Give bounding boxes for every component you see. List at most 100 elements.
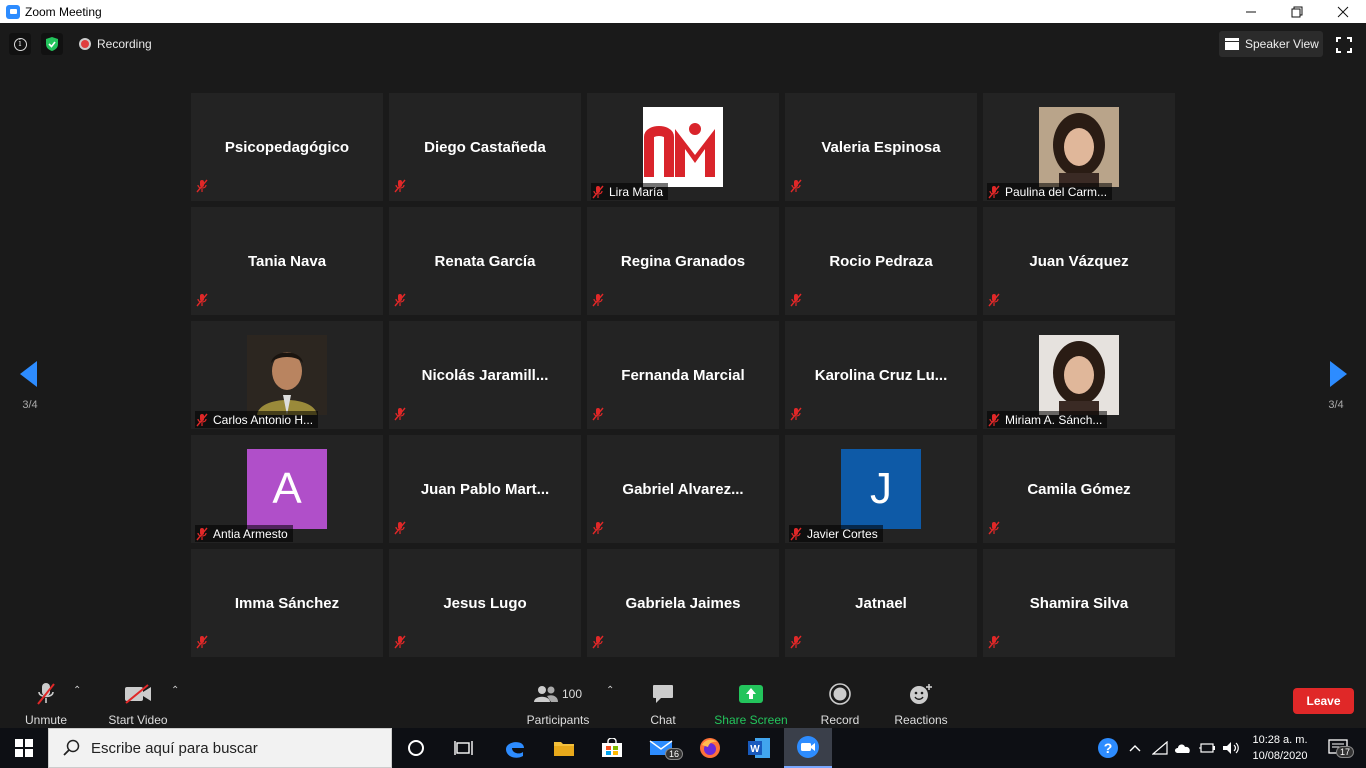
muted-mic-icon: [790, 527, 802, 540]
store-bag-icon: [602, 738, 622, 757]
muted-mic-icon: [592, 521, 604, 535]
participant-tile[interactable]: Regina Granados: [587, 207, 779, 315]
show-hidden-icons-button[interactable]: [1126, 728, 1144, 768]
edge-browser-button[interactable]: [491, 728, 539, 768]
folder-icon: [554, 742, 574, 756]
window-title: Zoom Meeting: [25, 4, 102, 19]
start-video-button[interactable]: Start Video: [107, 663, 169, 728]
participant-name: Diego Castañeda: [424, 138, 546, 156]
muted-mic-icon: [592, 185, 604, 198]
participant-tile[interactable]: Shamira Silva: [983, 549, 1175, 657]
muted-mic-icon: [394, 635, 406, 649]
participant-tile[interactable]: A Antia Armesto: [191, 435, 383, 543]
help-button[interactable]: ?: [1096, 728, 1120, 768]
participant-tile[interactable]: Juan Pablo Mart...: [389, 435, 581, 543]
participant-avatar: [643, 107, 723, 187]
muted-mic-icon: [394, 407, 406, 421]
recording-indicator[interactable]: Recording: [73, 33, 158, 55]
participant-tile[interactable]: Gabriela Jaimes: [587, 549, 779, 657]
participant-name: Nicolás Jaramill...: [421, 366, 549, 384]
page-indicator-left: 3/4: [22, 399, 38, 411]
fullscreen-icon[interactable]: [1336, 37, 1352, 53]
participant-tile[interactable]: Imma Sánchez: [191, 549, 383, 657]
page-indicator-right: 3/4: [1328, 399, 1344, 411]
participant-tile[interactable]: Rocio Pedraza: [785, 207, 977, 315]
participant-tile[interactable]: Nicolás Jaramill...: [389, 321, 581, 429]
minimize-button[interactable]: [1228, 0, 1274, 23]
notification-badge: 17: [1336, 746, 1355, 758]
store-button[interactable]: [588, 728, 636, 768]
zoom-taskbar-button[interactable]: [784, 728, 832, 768]
participant-tile[interactable]: Renata García: [389, 207, 581, 315]
word-button[interactable]: W: [735, 728, 783, 768]
chevron-up-icon: [1129, 745, 1141, 752]
participant-tile[interactable]: Miriam A. Sánch...: [983, 321, 1175, 429]
cortana-button[interactable]: [392, 728, 440, 768]
shield-icon: [46, 37, 58, 51]
task-view-button[interactable]: [440, 728, 488, 768]
avatar-letter: A: [247, 449, 327, 529]
participant-mute-status: [591, 407, 605, 426]
participant-tile[interactable]: Valeria Espinosa: [785, 93, 977, 201]
participant-tile[interactable]: J Javier Cortes: [785, 435, 977, 543]
security-button[interactable]: [41, 33, 63, 55]
onedrive-button[interactable]: [1172, 728, 1194, 768]
participant-tile[interactable]: Psicopedagógico: [191, 93, 383, 201]
restore-icon: [1291, 6, 1303, 17]
action-center-button[interactable]: 17: [1320, 728, 1356, 768]
participant-tile[interactable]: Fernanda Marcial: [587, 321, 779, 429]
participant-tile[interactable]: Paulina del Carm...: [983, 93, 1175, 201]
video-options-caret-icon[interactable]: ⌃: [171, 685, 179, 696]
network-button[interactable]: [1150, 728, 1170, 768]
window-titlebar: Zoom Meeting: [0, 0, 1366, 23]
participant-tile[interactable]: Diego Castañeda: [389, 93, 581, 201]
volume-button[interactable]: [1220, 728, 1242, 768]
participant-mute-status: [987, 635, 1001, 654]
participant-tile[interactable]: Carlos Antonio H...: [191, 321, 383, 429]
record-button[interactable]: Record: [818, 663, 862, 728]
leave-button[interactable]: Leave: [1293, 688, 1354, 714]
taskbar-clock[interactable]: 10:28 a. m. 10/08/2020: [1249, 732, 1311, 764]
muted-mic-icon: [790, 179, 802, 193]
start-button[interactable]: [0, 728, 48, 768]
previous-page-arrow-icon[interactable]: [19, 360, 39, 388]
muted-mic-icon: [196, 527, 208, 540]
restore-button[interactable]: [1274, 0, 1320, 23]
participant-name: Miriam A. Sánch...: [1005, 412, 1103, 427]
speaker-view-button[interactable]: Speaker View: [1219, 31, 1323, 57]
meeting-topbar: i Recording Speaker View: [0, 23, 1366, 63]
participant-tile[interactable]: Gabriel Alvarez...: [587, 435, 779, 543]
taskbar-search-box[interactable]: Escribe aquí para buscar: [48, 728, 392, 768]
cortana-circle-icon: [408, 740, 424, 756]
next-page-arrow-icon[interactable]: [1328, 360, 1348, 388]
unmute-button[interactable]: Unmute: [22, 663, 70, 728]
participant-tile[interactable]: Camila Gómez: [983, 435, 1175, 543]
participant-tile[interactable]: Jatnael: [785, 549, 977, 657]
audio-options-caret-icon[interactable]: ⌃: [73, 685, 81, 696]
participant-mute-status: [591, 521, 605, 540]
participant-tile[interactable]: Karolina Cruz Lu...: [785, 321, 977, 429]
participants-button[interactable]: 100 Participants: [524, 663, 592, 728]
chat-button[interactable]: Chat: [644, 663, 682, 728]
participant-mute-status: [789, 293, 803, 312]
participant-tile[interactable]: Juan Vázquez: [983, 207, 1175, 315]
power-button[interactable]: [1196, 728, 1218, 768]
reactions-button[interactable]: Reactions: [892, 663, 950, 728]
file-explorer-button[interactable]: [540, 728, 588, 768]
participant-mute-status: [789, 179, 803, 198]
record-dot-icon: [79, 38, 91, 50]
share-screen-button[interactable]: Share Screen: [714, 663, 788, 728]
muted-mic-icon: [790, 635, 802, 649]
participant-tile[interactable]: Tania Nava: [191, 207, 383, 315]
participant-name-label: Javier Cortes: [789, 525, 883, 542]
edge-icon: [506, 742, 524, 758]
participant-tile[interactable]: Lira María: [587, 93, 779, 201]
mail-button[interactable]: 16: [637, 728, 685, 768]
participant-name: Paulina del Carm...: [1005, 184, 1108, 199]
participants-options-caret-icon[interactable]: ⌃: [606, 685, 614, 696]
meeting-info-button[interactable]: i: [9, 33, 31, 55]
muted-mic-icon: [592, 293, 604, 307]
firefox-button[interactable]: [686, 728, 734, 768]
close-button[interactable]: [1320, 0, 1366, 23]
participant-tile[interactable]: Jesus Lugo: [389, 549, 581, 657]
